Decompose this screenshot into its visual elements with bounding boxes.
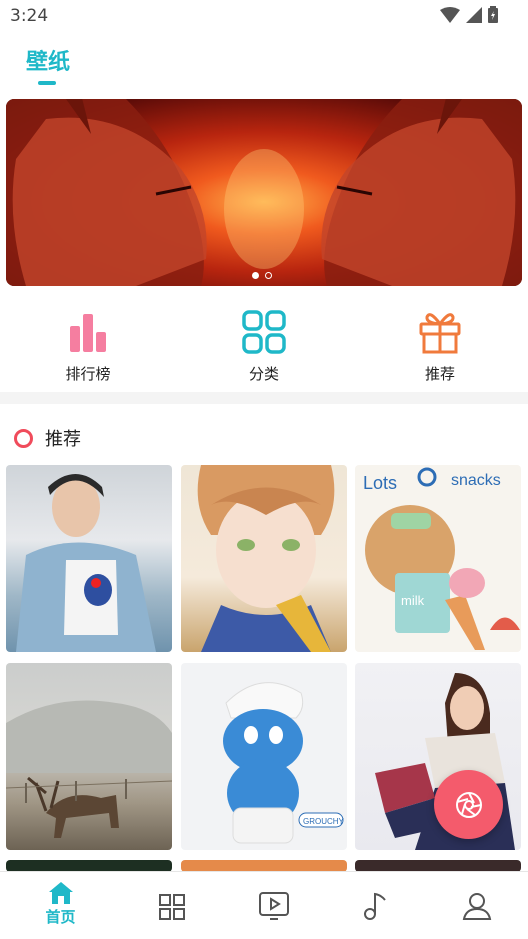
wallpaper-image [197, 465, 335, 652]
quick-actions: 排行榜 分类 推荐 [0, 300, 528, 392]
music-note-icon [363, 892, 386, 920]
status-icons [440, 6, 498, 23]
wifi-icon [440, 6, 460, 23]
quick-recommend-label: 推荐 [424, 365, 455, 383]
quick-recommend[interactable]: 推荐 [380, 300, 500, 384]
svg-text:milk: milk [401, 593, 425, 608]
video-icon [258, 892, 289, 920]
grid-icon [242, 310, 286, 354]
wallpaper-image: GROUCHY [223, 682, 345, 844]
section-title: 推荐 [45, 429, 81, 450]
nav-music[interactable] [322, 872, 427, 939]
nav-home[interactable]: 首页 [8, 872, 113, 939]
nav-video[interactable] [221, 872, 326, 939]
wallpaper-image [16, 474, 156, 652]
wallpaper-image [6, 700, 172, 838]
wallpaper-image: Lots snacks milk [363, 467, 520, 650]
wallpaper-tile[interactable] [6, 663, 172, 850]
home-icon [48, 882, 73, 904]
banner-carousel[interactable] [6, 99, 522, 286]
battery-icon [488, 6, 498, 23]
gift-icon [419, 313, 461, 354]
nav-profile[interactable] [424, 872, 528, 939]
recommend-header: 推荐 [14, 425, 81, 451]
category-icon [158, 894, 185, 920]
banner-dot[interactable] [265, 272, 272, 279]
user-icon [462, 893, 491, 920]
nav-home-label: 首页 [45, 908, 76, 926]
aperture-icon [455, 791, 482, 818]
nav-category[interactable] [119, 872, 224, 939]
banner-indicator [252, 272, 272, 279]
banner-image [6, 99, 522, 286]
bottom-nav: 首页 [0, 871, 528, 939]
wallpaper-tile[interactable]: Lots snacks milk [355, 465, 521, 652]
tab-indicator [38, 81, 56, 85]
svg-text:snacks: snacks [451, 472, 501, 489]
quick-ranking-label: 排行榜 [65, 365, 111, 383]
bar-chart-icon [70, 314, 106, 352]
status-time: 3:24 [10, 6, 49, 26]
wallpaper-tile[interactable]: GROUCHY [181, 663, 347, 850]
banner-dot[interactable] [252, 272, 259, 279]
quick-category[interactable]: 分类 [204, 300, 324, 384]
svg-text:Lots: Lots [363, 473, 397, 493]
camera-fab[interactable] [434, 770, 503, 839]
status-bar: 3:24 [0, 0, 528, 32]
svg-text:GROUCHY: GROUCHY [303, 817, 345, 826]
ring-icon [14, 428, 33, 448]
signal-icon [466, 6, 482, 23]
wallpaper-tile[interactable] [181, 465, 347, 652]
quick-category-label: 分类 [248, 365, 279, 383]
wallpaper-tile[interactable] [6, 465, 172, 652]
quick-ranking[interactable]: 排行榜 [28, 300, 148, 384]
section-divider [0, 392, 528, 404]
tab-wallpaper[interactable]: 壁纸 [26, 44, 70, 76]
